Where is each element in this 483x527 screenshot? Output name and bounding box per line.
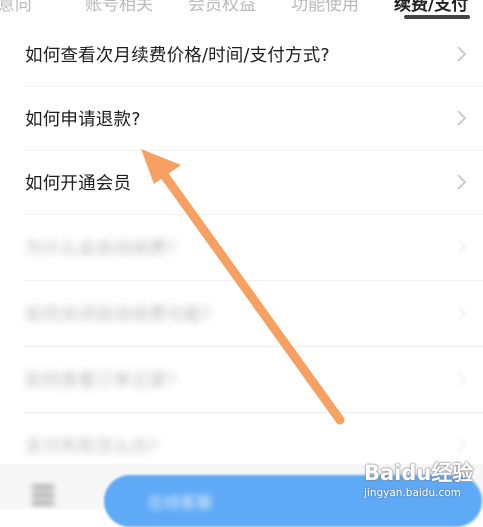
active-tab-indicator [404, 15, 470, 19]
tab-feature-usage[interactable]: 功能使用 [291, 0, 359, 15]
chevron-right-icon [457, 174, 467, 190]
faq-question: 为什么会自动续费? [25, 238, 177, 259]
faq-question: 如何查看订单记录? [25, 370, 177, 391]
faq-item-renewal-price[interactable]: 如何查看次月续费价格/时间/支付方式? [0, 22, 483, 86]
watermark-logo: Baidu经验 [364, 461, 474, 485]
faq-question: 如何开通会员 [25, 173, 132, 194]
chevron-right-icon [457, 437, 467, 453]
chevron-right-icon [457, 110, 467, 126]
faq-item-refund[interactable]: 如何申请退款? [0, 86, 483, 150]
faq-item-activate-membership[interactable]: 如何开通会员 [0, 150, 483, 214]
tab-account[interactable]: 账号相关 [85, 0, 153, 15]
chevron-right-icon [457, 239, 467, 255]
chevron-right-icon [457, 371, 467, 387]
faq-question: 如何申请退款? [25, 109, 141, 130]
online-service-label: 在线客服 [148, 493, 213, 512]
watermark-url: jingyan.baidu.com [364, 487, 461, 499]
faq-list: 如何查看次月续费价格/时间/支付方式? 如何申请退款? 如何开通会员 为什么会自… [0, 22, 483, 478]
faq-item-blurred[interactable]: 如何关闭自动续费功能? [0, 280, 483, 346]
faq-question: 如何查看次月续费价格/时间/支付方式? [25, 45, 330, 66]
tab-renewal-payment[interactable]: 续费/支付 [394, 0, 468, 15]
tab-member-benefits[interactable]: 会员权益 [188, 0, 256, 15]
faq-question: 如何关闭自动续费功能? [25, 304, 212, 325]
faq-item-blurred[interactable]: 为什么会自动续费? [0, 214, 483, 280]
chevron-right-icon [457, 46, 467, 62]
tab-intent[interactable]: \意向 [0, 0, 32, 15]
menu-icon[interactable] [24, 479, 64, 519]
baidu-jingyan-watermark: Baidu经验 jingyan.baidu.com [364, 455, 478, 505]
chevron-right-icon [457, 305, 467, 321]
faq-question: 支付失败怎么办? [25, 436, 159, 457]
category-tabs: \意向 账号相关 会员权益 功能使用 续费/支付 [0, 0, 483, 22]
faq-item-blurred[interactable]: 如何查看订单记录? [0, 346, 483, 412]
